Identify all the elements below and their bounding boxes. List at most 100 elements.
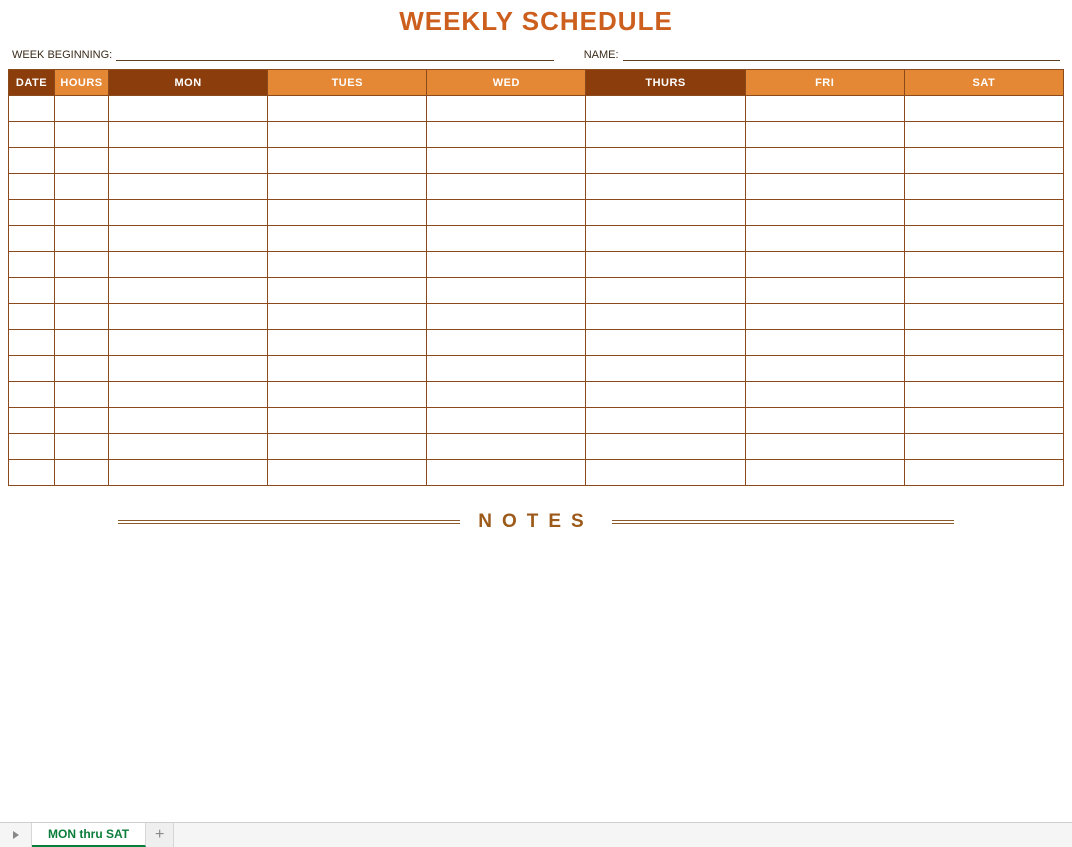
table-cell[interactable] [109,96,268,122]
table-cell[interactable] [745,96,904,122]
table-cell[interactable] [55,174,109,200]
table-cell[interactable] [268,278,427,304]
table-cell[interactable] [904,304,1063,330]
table-cell[interactable] [109,304,268,330]
table-cell[interactable] [55,278,109,304]
table-cell[interactable] [427,96,586,122]
table-cell[interactable] [427,460,586,486]
table-cell[interactable] [427,200,586,226]
table-cell[interactable] [586,460,745,486]
table-cell[interactable] [745,408,904,434]
table-cell[interactable] [55,226,109,252]
table-cell[interactable] [9,434,55,460]
table-cell[interactable] [9,460,55,486]
table-cell[interactable] [586,434,745,460]
table-cell[interactable] [745,304,904,330]
table-cell[interactable] [904,408,1063,434]
table-cell[interactable] [55,304,109,330]
table-cell[interactable] [586,200,745,226]
table-cell[interactable] [904,122,1063,148]
table-cell[interactable] [109,200,268,226]
table-cell[interactable] [904,148,1063,174]
add-sheet-button[interactable]: + [146,823,174,847]
table-cell[interactable] [745,278,904,304]
table-cell[interactable] [586,304,745,330]
table-cell[interactable] [586,278,745,304]
table-cell[interactable] [745,174,904,200]
table-cell[interactable] [745,330,904,356]
table-cell[interactable] [268,200,427,226]
table-cell[interactable] [109,434,268,460]
tab-nav-next-button[interactable] [0,823,32,847]
table-cell[interactable] [745,356,904,382]
table-cell[interactable] [427,356,586,382]
table-cell[interactable] [268,356,427,382]
table-cell[interactable] [268,226,427,252]
week-beginning-input-line[interactable] [116,49,553,61]
table-cell[interactable] [904,330,1063,356]
table-cell[interactable] [904,382,1063,408]
table-cell[interactable] [427,122,586,148]
table-cell[interactable] [9,304,55,330]
table-cell[interactable] [55,460,109,486]
table-cell[interactable] [268,460,427,486]
table-cell[interactable] [586,122,745,148]
table-cell[interactable] [427,148,586,174]
table-cell[interactable] [109,330,268,356]
table-cell[interactable] [109,460,268,486]
table-cell[interactable] [268,434,427,460]
table-cell[interactable] [427,252,586,278]
table-cell[interactable] [904,278,1063,304]
table-cell[interactable] [904,96,1063,122]
table-cell[interactable] [427,226,586,252]
table-cell[interactable] [427,304,586,330]
table-cell[interactable] [745,148,904,174]
table-cell[interactable] [109,226,268,252]
table-cell[interactable] [904,252,1063,278]
table-cell[interactable] [109,252,268,278]
table-cell[interactable] [745,460,904,486]
table-cell[interactable] [9,96,55,122]
table-cell[interactable] [9,408,55,434]
table-cell[interactable] [55,252,109,278]
table-cell[interactable] [55,382,109,408]
name-input-line[interactable] [623,49,1060,61]
table-cell[interactable] [586,174,745,200]
table-cell[interactable] [9,252,55,278]
table-cell[interactable] [427,434,586,460]
table-cell[interactable] [427,408,586,434]
table-cell[interactable] [268,96,427,122]
table-cell[interactable] [268,252,427,278]
table-cell[interactable] [55,200,109,226]
table-cell[interactable] [55,356,109,382]
table-cell[interactable] [268,174,427,200]
table-cell[interactable] [904,434,1063,460]
table-cell[interactable] [109,174,268,200]
table-cell[interactable] [745,200,904,226]
table-cell[interactable] [109,278,268,304]
table-cell[interactable] [9,226,55,252]
table-cell[interactable] [268,408,427,434]
table-cell[interactable] [9,382,55,408]
table-cell[interactable] [55,148,109,174]
table-cell[interactable] [109,382,268,408]
table-cell[interactable] [586,252,745,278]
table-cell[interactable] [9,330,55,356]
sheet-tab-active[interactable]: MON thru SAT [32,823,146,847]
table-cell[interactable] [268,122,427,148]
table-cell[interactable] [55,122,109,148]
table-cell[interactable] [9,174,55,200]
table-cell[interactable] [586,408,745,434]
table-cell[interactable] [904,226,1063,252]
table-cell[interactable] [427,278,586,304]
table-cell[interactable] [745,122,904,148]
table-cell[interactable] [109,148,268,174]
table-cell[interactable] [745,382,904,408]
table-cell[interactable] [427,174,586,200]
table-cell[interactable] [55,330,109,356]
table-cell[interactable] [268,330,427,356]
table-cell[interactable] [55,408,109,434]
table-cell[interactable] [745,252,904,278]
table-cell[interactable] [55,434,109,460]
table-cell[interactable] [586,356,745,382]
